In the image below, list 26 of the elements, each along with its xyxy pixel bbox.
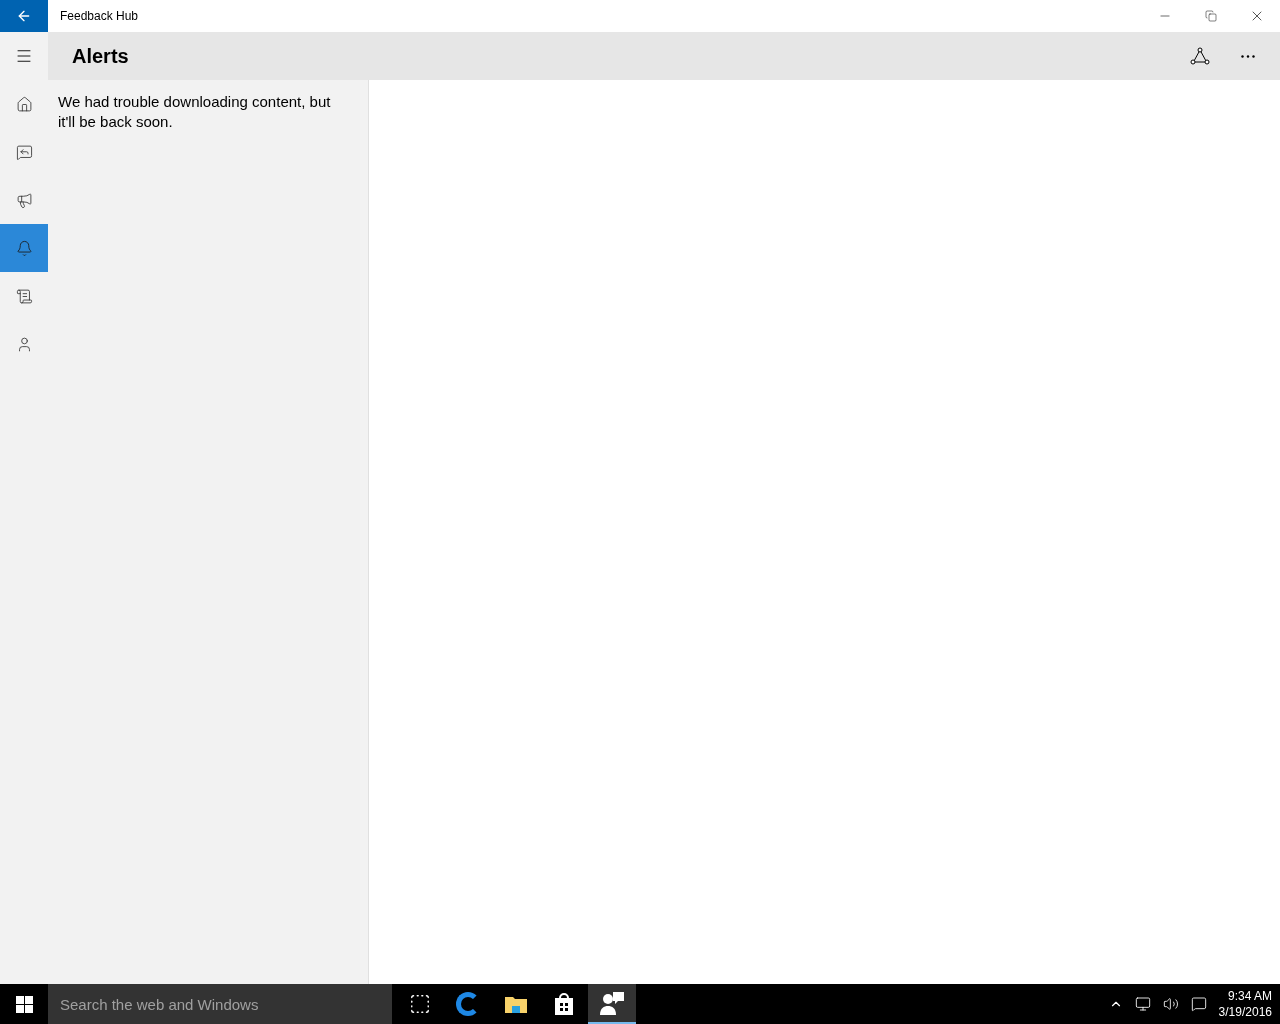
feedback-icon — [599, 991, 625, 1015]
network-icon[interactable] — [1134, 996, 1151, 1012]
taskbar-app[interactable] — [588, 984, 636, 1024]
search-field[interactable]: Search the web and Windows — [48, 984, 392, 1024]
clock-time: 9:34 AM — [1227, 988, 1272, 1004]
megaphone-icon — [15, 191, 33, 209]
share-icon — [1190, 47, 1210, 65]
back-button[interactable] — [0, 0, 48, 32]
clock-date: 3/19/2016 — [1218, 1004, 1272, 1020]
menu-icon — [15, 47, 33, 65]
shopping-bag-icon — [553, 992, 575, 1016]
bell-icon — [15, 239, 33, 257]
notifications-icon[interactable] — [1190, 996, 1207, 1012]
windows-logo-icon — [15, 995, 33, 1013]
task-view-icon — [409, 993, 431, 1015]
back-arrow-icon — [16, 8, 32, 24]
feedback-icon — [15, 143, 33, 161]
volume-icon[interactable] — [1162, 996, 1179, 1012]
home-icon — [15, 95, 33, 113]
scroll-icon — [15, 287, 33, 305]
window-title: Feedback Hub — [60, 8, 139, 24]
folder-icon — [504, 994, 528, 1014]
page-title: Alerts — [72, 44, 129, 69]
more-icon — [1241, 54, 1255, 58]
error-message: We had trouble downloading content, but it'll be back soon. — [58, 92, 332, 132]
restore-icon — [1205, 10, 1217, 22]
